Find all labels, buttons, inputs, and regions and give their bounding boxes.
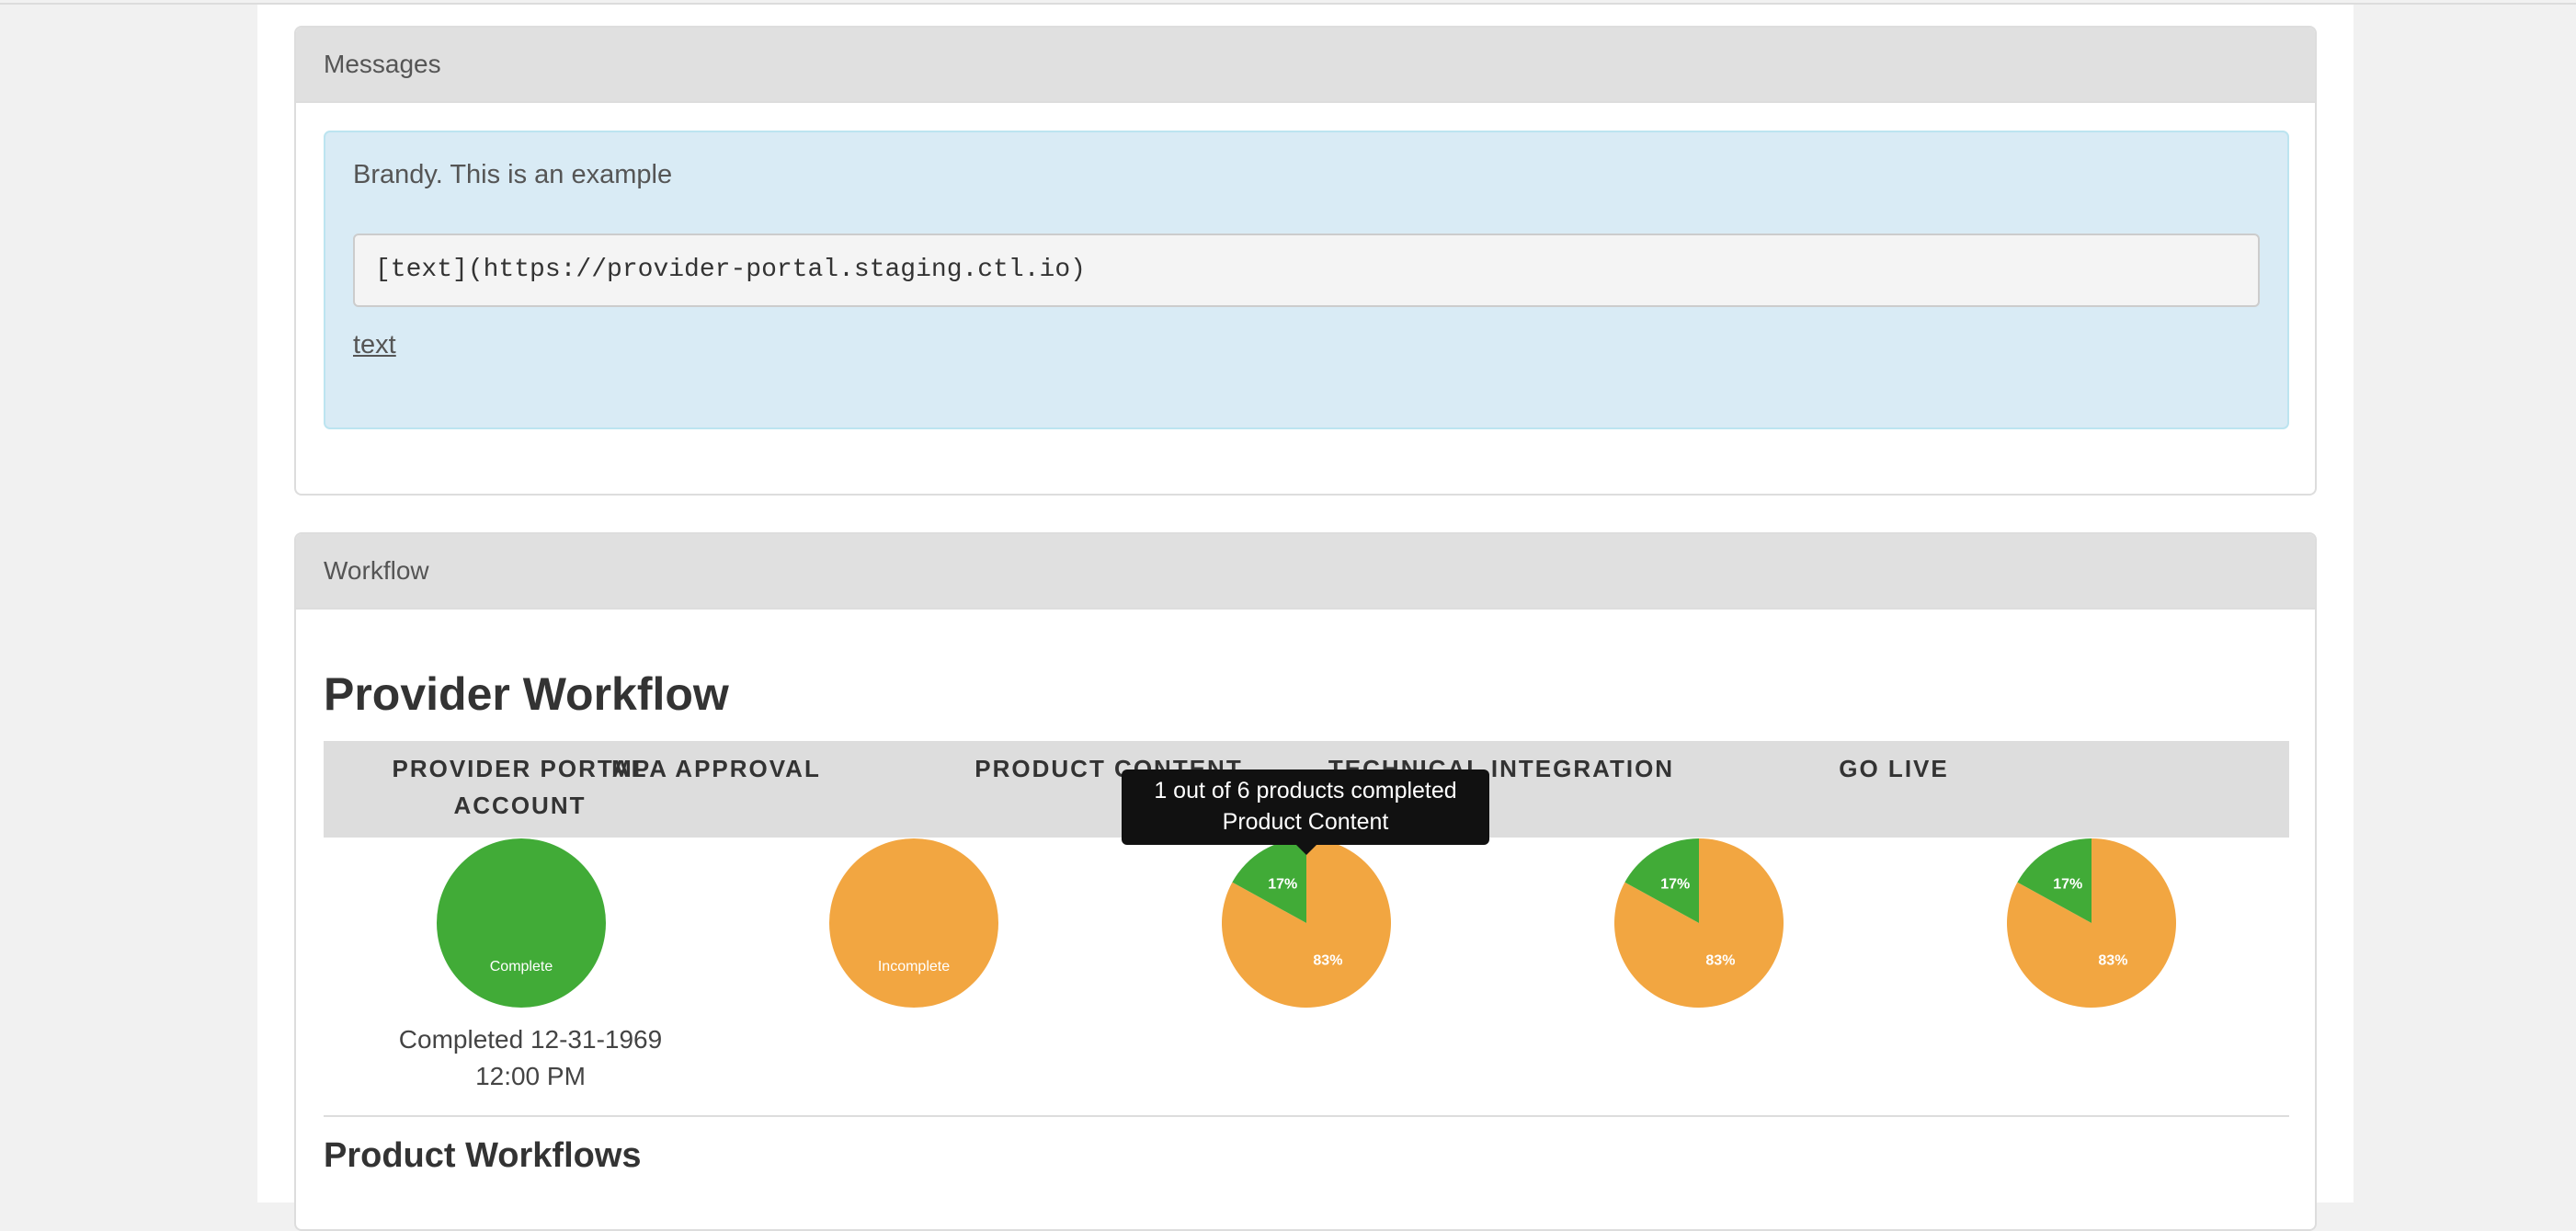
section-divider [324, 1115, 2289, 1117]
pie-svg: Complete [437, 838, 606, 1008]
tooltip-line-2: Product Content [1222, 809, 1389, 835]
pie-slice-complete[interactable] [437, 838, 606, 1008]
pie-chart-technical-integration[interactable]: 17% 83% [1613, 838, 1784, 1009]
pie-label: Incomplete [878, 959, 950, 975]
tooltip-arrow [1296, 845, 1316, 855]
workflow-panel-heading: Workflow [296, 534, 2315, 610]
pie-svg: Incomplete [829, 838, 998, 1008]
main-container: Messages Brandy. This is an example [tex… [257, 5, 2354, 1231]
messages-panel: Messages Brandy. This is an example [tex… [294, 26, 2317, 496]
pie-chart-provider-portal-account[interactable]: Complete [436, 838, 607, 1009]
pie-label-incomplete: 83% [1705, 953, 1735, 969]
pie-slice-incomplete[interactable] [829, 838, 998, 1008]
product-workflows-title: Product Workflows [324, 1136, 642, 1175]
pie-chart-go-live[interactable]: 17% 83% [2006, 838, 2177, 1009]
pie-label-complete: 17% [2053, 876, 2082, 892]
pie-svg: 17% 83% [1222, 838, 1391, 1008]
pie-label-incomplete: 83% [1313, 953, 1342, 969]
pie-label: Complete [490, 959, 553, 975]
pie-svg: 17% 83% [2007, 838, 2176, 1008]
stage-label-go-live: GO LIVE [1839, 755, 1949, 782]
pie-tooltip: 1 out of 6 products completed Product Co… [1122, 769, 1489, 845]
completed-date: Completed 12-31-1969 12:00 PM [398, 1025, 663, 1090]
message-code-block: [text](https://provider-portal.staging.c… [353, 234, 2260, 307]
messages-panel-heading: Messages [296, 28, 2315, 103]
provider-workflow-title: Provider Workflow [324, 668, 729, 720]
pie-label-complete: 17% [1268, 876, 1297, 892]
tooltip-line-1: 1 out of 6 products completed [1154, 778, 1457, 804]
pie-svg: 17% 83% [1614, 838, 1784, 1008]
pie-label-incomplete: 83% [2098, 953, 2127, 969]
message-link[interactable]: text [353, 330, 396, 360]
message-text: Brandy. This is an example [353, 160, 673, 189]
pie-label-complete: 17% [1660, 876, 1690, 892]
message-alert: Brandy. This is an example [text](https:… [324, 131, 2289, 429]
workflow-panel: Workflow Provider Workflow PROVIDER PORT… [294, 532, 2317, 1231]
pie-chart-mpa-approval[interactable]: Incomplete [828, 838, 999, 1009]
stage-label-mpa-approval: MPA APPROVAL [611, 755, 821, 782]
pie-chart-product-content[interactable]: 17% 83% [1221, 838, 1392, 1009]
